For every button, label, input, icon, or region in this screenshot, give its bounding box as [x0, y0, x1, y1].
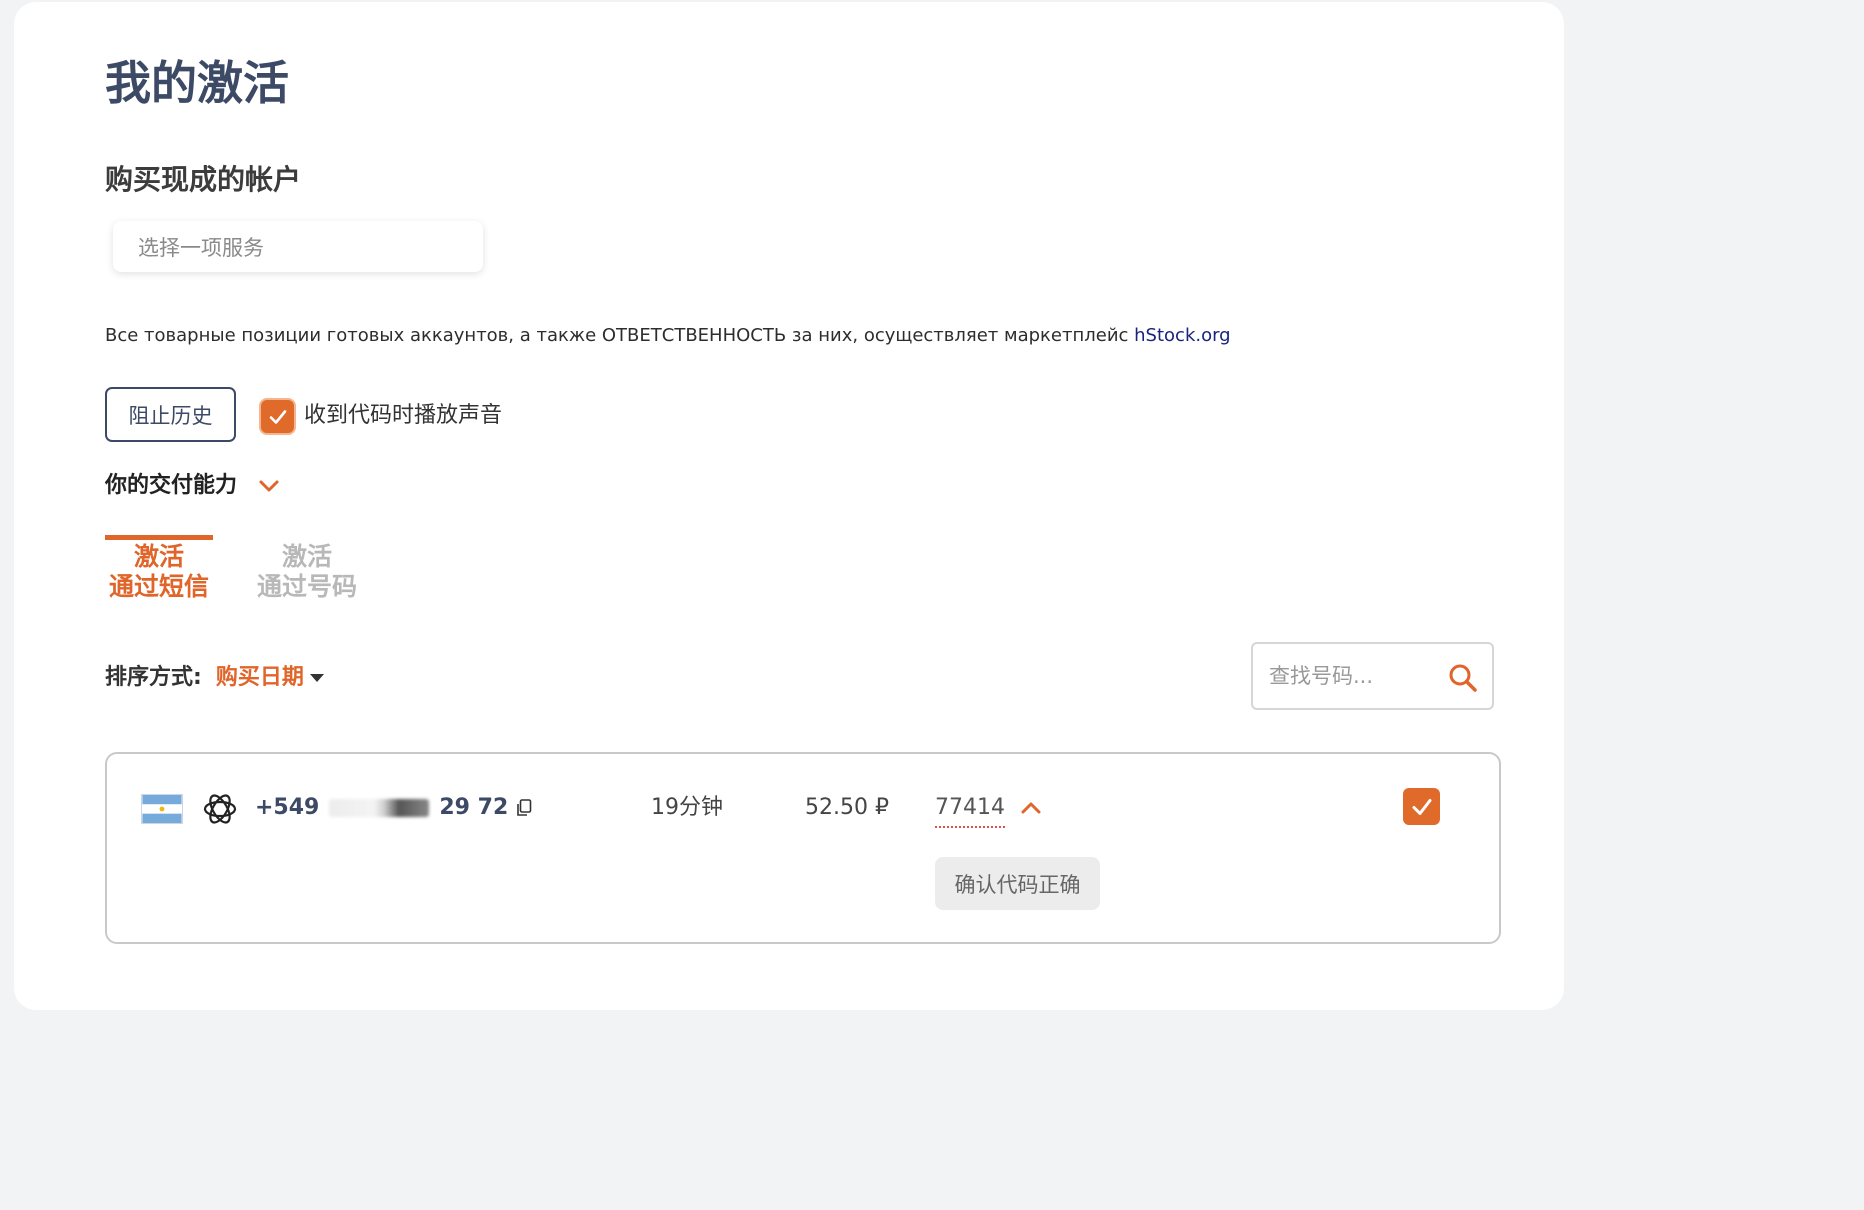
block-history-button[interactable]: 阻止历史 — [105, 387, 236, 442]
chevron-up-icon[interactable] — [1019, 796, 1043, 820]
price: 52.50 ₽ — [805, 795, 889, 820]
tab-sms-line1: 激活 — [133, 542, 184, 571]
confirm-code-label: 确认代码正确 — [954, 872, 1081, 897]
phone-number: +549 29 72 — [255, 790, 532, 826]
sound-checkbox[interactable] — [261, 400, 294, 433]
search-icon[interactable] — [1448, 663, 1478, 693]
sort-control: 排序方式: 购买日期 — [105, 660, 324, 696]
tab-number-activation[interactable]: 激活 通过号码 — [252, 542, 362, 602]
phone-suffix: 29 72 — [439, 795, 509, 820]
sound-checkbox-label: 收到代码时播放声音 — [304, 403, 503, 428]
openai-icon — [203, 794, 237, 824]
chevron-down-icon — [259, 480, 279, 492]
checkmark-icon — [1412, 798, 1431, 815]
phone-redacted — [329, 799, 430, 817]
checkmark-icon — [269, 409, 286, 424]
sort-label: 排序方式: — [105, 665, 202, 690]
delivery-ability-toggle[interactable]: 你的交付能力 — [105, 468, 281, 504]
argentina-flag-icon — [141, 794, 183, 824]
service-select-placeholder: 选择一项服务 — [138, 235, 264, 260]
caret-down-icon[interactable] — [309, 674, 324, 682]
activation-checkbox[interactable] — [1403, 788, 1440, 825]
activation-row: +549 29 72 19分钟 52.50 ₽ 77414 确认代码正确 — [105, 752, 1501, 944]
page-title: 我的激活 — [105, 56, 289, 110]
search-input[interactable] — [1267, 663, 1441, 689]
confirm-code-button[interactable]: 确认代码正确 — [935, 857, 1100, 910]
activations-card: 我的激活 购买现成的帐户 选择一项服务 Все товарные позиции… — [14, 2, 1564, 1010]
block-history-label: 阻止历史 — [128, 403, 213, 428]
service-select[interactable]: 选择一项服务 — [113, 221, 483, 272]
tab-number-line2: 通过号码 — [256, 572, 357, 601]
marketplace-disclaimer: Все товарные позиции готовых аккаунтов, … — [105, 322, 1231, 350]
number-search — [1251, 642, 1494, 710]
disclaimer-text: Все товарные позиции готовых аккаунтов, … — [105, 325, 1135, 346]
sort-dropdown[interactable]: 购买日期 — [216, 660, 304, 696]
ready-accounts-title: 购买现成的帐户 — [105, 163, 302, 196]
phone-prefix: +549 — [255, 795, 320, 820]
hstock-link[interactable]: hStock.org — [1134, 325, 1230, 346]
active-tab-indicator — [105, 535, 213, 540]
tab-number-line1: 激活 — [281, 542, 332, 571]
tab-sms-activation[interactable]: 激活 通过短信 — [105, 542, 213, 602]
remaining-time: 19分钟 — [651, 795, 723, 820]
received-code[interactable]: 77414 — [935, 790, 1005, 828]
tab-sms-line2: 通过短信 — [108, 572, 209, 601]
delivery-ability-label: 你的交付能力 — [105, 473, 238, 498]
copy-icon[interactable] — [516, 799, 532, 817]
